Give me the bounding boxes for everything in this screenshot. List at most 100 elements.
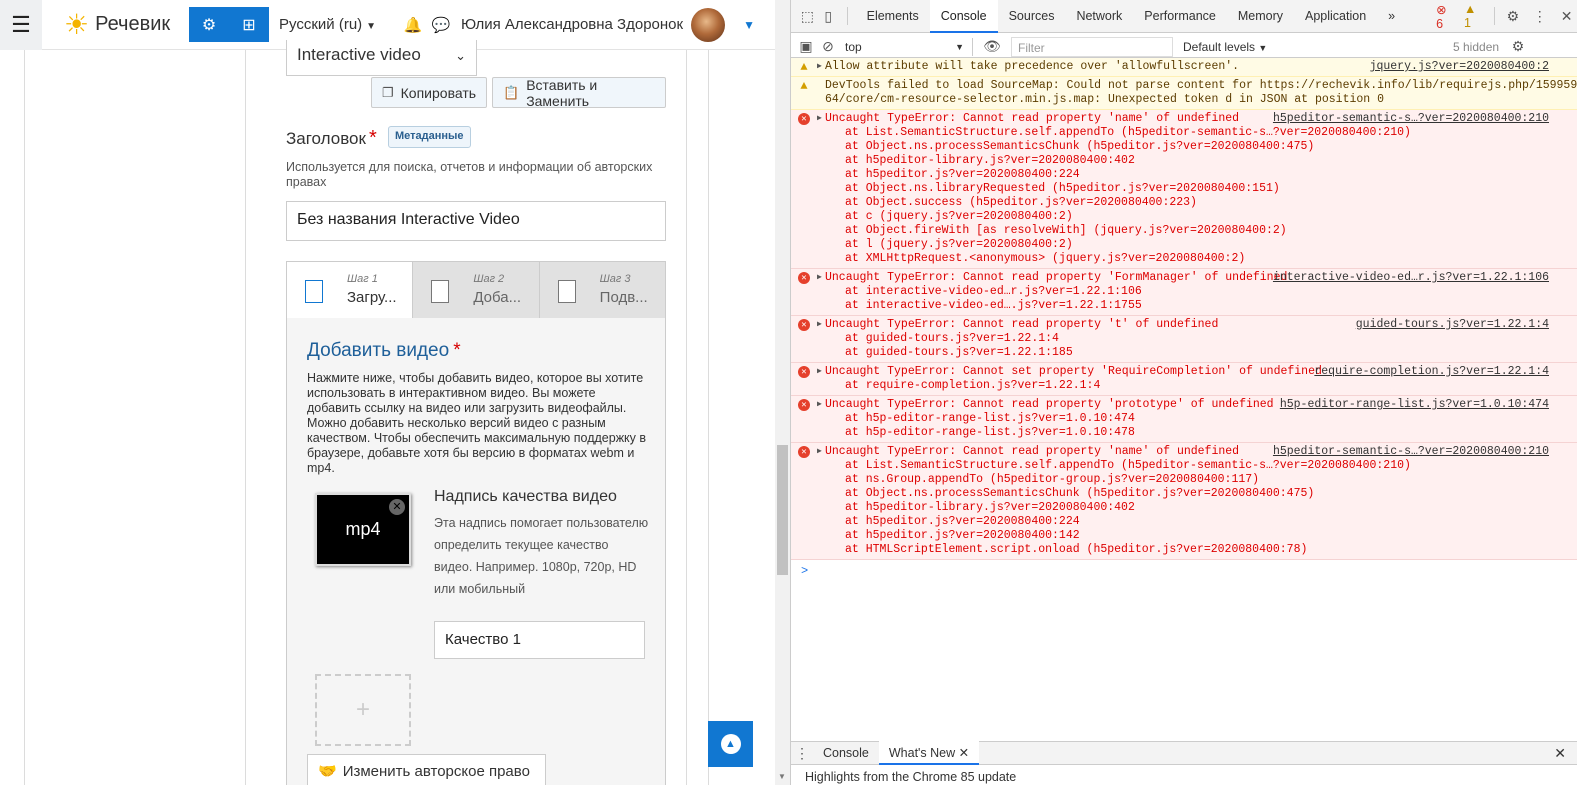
stack-frame[interactable]: at Object.ns.libraryRequested (h5peditor… bbox=[825, 182, 1549, 196]
stack-frame[interactable]: at ns.Group.appendTo (h5peditor-group.js… bbox=[825, 473, 1549, 487]
stack-frame[interactable]: at require-completion.js?ver=1.22.1:4 bbox=[825, 379, 1549, 393]
tab-elements[interactable]: Elements bbox=[856, 0, 930, 33]
copy-button[interactable]: ❐ Копировать bbox=[371, 77, 488, 108]
stack-frame[interactable]: at h5peditor.js?ver=2020080400:142 bbox=[825, 529, 1549, 543]
stack-frame[interactable]: at interactive-video-ed…r.js?ver=1.22.1:… bbox=[825, 285, 1549, 299]
console-error-message[interactable]: ✕ ▶ Uncaught TypeError: Cannot read proper… bbox=[791, 316, 1577, 363]
console-error-message[interactable]: ✕ ▶ Uncaught TypeError: Cannot read proper… bbox=[791, 396, 1577, 443]
edit-copyright-button[interactable]: 🤝 Изменить авторское право bbox=[307, 754, 546, 785]
expand-triangle-icon[interactable]: ▶ bbox=[817, 445, 822, 459]
clear-console-icon[interactable]: ⊘ bbox=[817, 38, 839, 55]
stack-frame[interactable]: at guided-tours.js?ver=1.22.1:4 bbox=[825, 332, 1549, 346]
expand-triangle-icon[interactable]: ▶ bbox=[817, 398, 822, 412]
stack-frame[interactable]: at guided-tours.js?ver=1.22.1:185 bbox=[825, 346, 1549, 360]
stack-frame[interactable]: at List.SemanticStructure.self.appendTo … bbox=[825, 126, 1549, 140]
stack-frame[interactable]: at Object.ns.processSemanticsChunk (h5pe… bbox=[825, 487, 1549, 501]
library-select[interactable]: Interactive video ⌄ bbox=[286, 40, 477, 76]
add-file-button[interactable]: + bbox=[315, 674, 411, 746]
stack-frame[interactable]: at Object.ns.processSemanticsChunk (h5pe… bbox=[825, 140, 1549, 154]
stack-frame[interactable]: at Object.success (h5peditor.js?ver=2020… bbox=[825, 196, 1549, 210]
source-link[interactable]: h5p-editor-range-list.js?ver=1.0.10:474 bbox=[1280, 398, 1549, 412]
avatar[interactable] bbox=[691, 7, 726, 42]
stack-frame[interactable]: at h5peditor-library.js?ver=2020080400:4… bbox=[825, 154, 1549, 168]
console-warning-message[interactable]: ▲ DevTools failed to load SourceMap: Coul… bbox=[791, 77, 1577, 110]
scroll-to-top-button[interactable]: ▲ bbox=[708, 721, 753, 767]
expand-triangle-icon[interactable]: ▶ bbox=[817, 112, 822, 126]
stack-frame[interactable]: at h5peditor.js?ver=2020080400:224 bbox=[825, 515, 1549, 529]
tab-console[interactable]: Console bbox=[929, 0, 998, 33]
log-levels-dropdown[interactable]: Default levels ▼ bbox=[1183, 40, 1433, 54]
source-link[interactable]: jquery.js?ver=2020080400:2 bbox=[1370, 60, 1549, 74]
stack-frame[interactable]: at h5peditor-library.js?ver=2020080400:4… bbox=[825, 501, 1549, 515]
expand-triangle-icon[interactable]: ▶ bbox=[817, 318, 822, 332]
stack-frame[interactable]: at h5p-editor-range-list.js?ver=1.0.10:4… bbox=[825, 412, 1549, 426]
bell-icon[interactable]: 🔔 bbox=[399, 16, 427, 34]
source-link[interactable]: interactive-video-ed…r.js?ver=1.22.1:106 bbox=[1273, 271, 1549, 285]
user-name[interactable]: Юлия Александровна Здоронок bbox=[461, 16, 683, 33]
close-icon[interactable]: ✕ bbox=[959, 746, 969, 760]
expand-triangle-icon[interactable]: ▶ bbox=[817, 271, 822, 285]
sidebar-toggle-icon[interactable]: ▣ bbox=[795, 38, 817, 55]
kebab-menu-icon[interactable]: ⋮ bbox=[1529, 8, 1550, 25]
source-link[interactable]: h5peditor-semantic-s…?ver=2020080400:210 bbox=[1273, 445, 1549, 459]
metadata-button[interactable]: Метаданные bbox=[388, 126, 471, 148]
gear-icon[interactable]: ⚙ bbox=[1503, 8, 1524, 25]
stack-frame[interactable]: at l (jquery.js?ver=2020080400:2) bbox=[825, 238, 1549, 252]
console-warning-message[interactable]: ▲ ▶ Allow attribute will take precedence o… bbox=[791, 58, 1577, 77]
source-link[interactable]: require-completion.js?ver=1.22.1:4 bbox=[1314, 365, 1549, 379]
stack-frame[interactable]: at h5peditor.js?ver=2020080400:224 bbox=[825, 168, 1549, 182]
expand-triangle-icon[interactable]: ▶ bbox=[817, 365, 822, 379]
page-scrollbar[interactable]: ▼ bbox=[775, 0, 790, 785]
scroll-down-arrow-icon[interactable]: ▼ bbox=[778, 772, 786, 781]
tab-memory[interactable]: Memory bbox=[1227, 0, 1294, 33]
console-error-message[interactable]: ✕ ▶ Uncaught TypeError: Cannot set propert… bbox=[791, 363, 1577, 396]
chat-icon[interactable]: 💬 bbox=[427, 16, 455, 34]
console-error-message[interactable]: ✕ ▶ Uncaught TypeError: Cannot read proper… bbox=[791, 443, 1577, 560]
scrollbar-thumb[interactable] bbox=[777, 445, 788, 575]
warning-count-badge[interactable]: ▲ 1 bbox=[1464, 2, 1486, 30]
user-menu-caret-icon[interactable]: ▼ bbox=[743, 18, 755, 32]
gears-icon[interactable]: ⚙ bbox=[189, 7, 229, 42]
console-settings-gear-icon[interactable]: ⚙ bbox=[1507, 38, 1529, 55]
filter-input[interactable]: Filter bbox=[1011, 36, 1173, 57]
close-icon[interactable]: ✕ bbox=[1556, 8, 1577, 25]
video-file-thumbnail[interactable]: mp4 ✕ bbox=[315, 493, 411, 566]
tab-step-2[interactable]: Шаг 2 Доба... bbox=[413, 262, 540, 318]
stack-frame[interactable]: at interactive-video-ed….js?ver=1.22.1:1… bbox=[825, 299, 1549, 313]
stack-frame[interactable]: at HTMLScriptElement.script.onload (h5pe… bbox=[825, 543, 1549, 557]
more-tabs-button[interactable]: » bbox=[1377, 0, 1406, 33]
kebab-menu-icon[interactable]: ⋮ bbox=[791, 745, 813, 762]
expand-triangle-icon[interactable]: ▶ bbox=[817, 60, 822, 74]
device-toolbar-icon[interactable]: ▯ bbox=[818, 8, 839, 25]
sitemap-icon[interactable]: ⊞ bbox=[229, 7, 269, 42]
stack-frame[interactable]: at List.SemanticStructure.self.appendTo … bbox=[825, 459, 1549, 473]
tab-step-1[interactable]: Шаг 1 Загру... bbox=[287, 262, 414, 318]
menu-icon[interactable]: ☰ bbox=[0, 0, 42, 50]
drawer-tab-whats-new[interactable]: What's New ✕ bbox=[878, 741, 980, 765]
stack-frame[interactable]: at h5p-editor-range-list.js?ver=1.0.10:4… bbox=[825, 426, 1549, 440]
paste-replace-button[interactable]: 📋 Вставить и Заменить bbox=[492, 77, 666, 109]
tab-step-3[interactable]: Шаг 3 Подв... bbox=[540, 262, 665, 318]
console-error-message[interactable]: ✕ ▶ Uncaught TypeError: Cannot read proper… bbox=[791, 110, 1577, 269]
close-drawer-icon[interactable]: ✕ bbox=[1554, 745, 1566, 762]
console-prompt[interactable]: > bbox=[791, 560, 1577, 582]
stack-frame[interactable]: at XMLHttpRequest.<anonymous> (jquery.js… bbox=[825, 252, 1549, 266]
title-input[interactable]: Без названия Interactive Video bbox=[286, 201, 666, 241]
error-count-badge[interactable]: ⊗ 6 bbox=[1436, 2, 1456, 31]
context-selector[interactable]: top ▼ bbox=[839, 40, 964, 54]
console-error-message[interactable]: ✕ ▶ Uncaught TypeError: Cannot read proper… bbox=[791, 269, 1577, 316]
source-link[interactable]: guided-tours.js?ver=1.22.1:4 bbox=[1356, 318, 1549, 332]
source-link[interactable]: h5peditor-semantic-s…?ver=2020080400:210 bbox=[1273, 112, 1549, 126]
inspect-element-icon[interactable]: ⬚ bbox=[797, 8, 818, 25]
tab-sources[interactable]: Sources bbox=[998, 0, 1066, 33]
tab-network[interactable]: Network bbox=[1065, 0, 1133, 33]
brand-logo[interactable]: ☀ Речевик bbox=[64, 10, 189, 39]
stack-frame[interactable]: at c (jquery.js?ver=2020080400:2) bbox=[825, 210, 1549, 224]
remove-icon[interactable]: ✕ bbox=[389, 499, 405, 515]
drawer-tab-console[interactable]: Console bbox=[813, 741, 879, 765]
stack-frame[interactable]: at Object.fireWith [as resolveWith] (jqu… bbox=[825, 224, 1549, 238]
language-selector[interactable]: Русский (ru) ▼ bbox=[279, 16, 399, 33]
tab-application[interactable]: Application bbox=[1294, 0, 1377, 33]
tab-performance[interactable]: Performance bbox=[1133, 0, 1227, 33]
eye-icon[interactable]: 👁 bbox=[981, 38, 1003, 55]
